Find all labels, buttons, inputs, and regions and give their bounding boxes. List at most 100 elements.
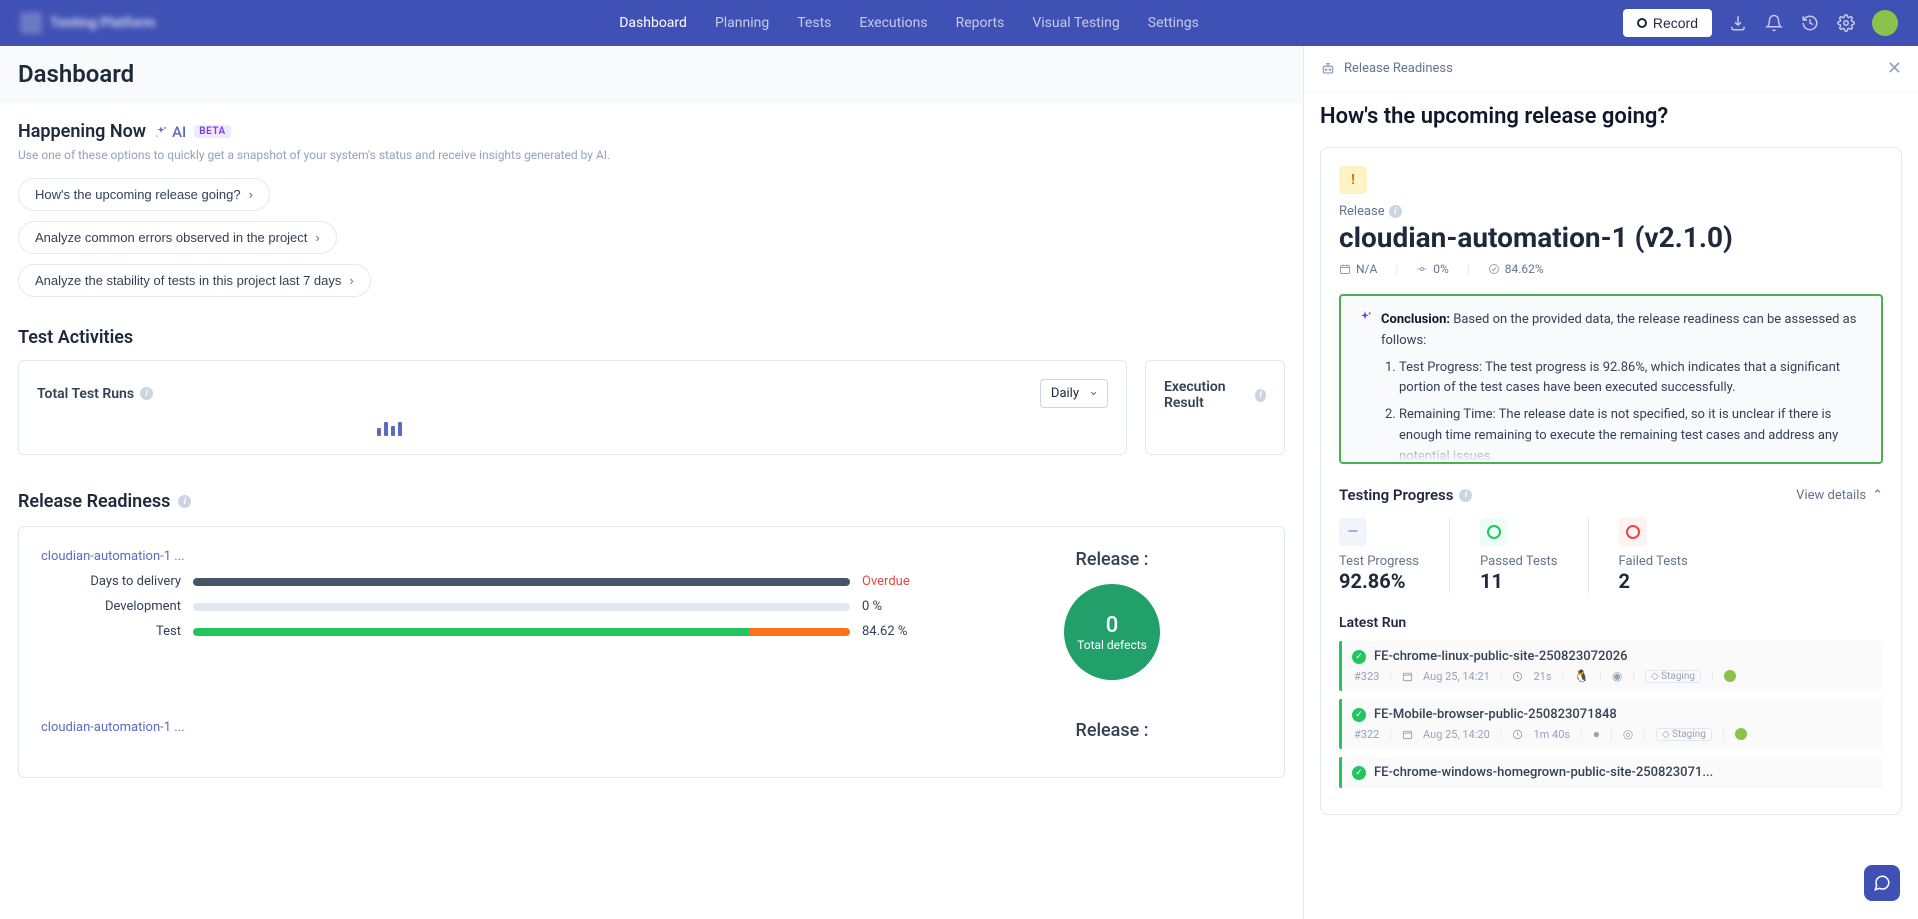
nav-tests[interactable]: Tests	[797, 15, 831, 31]
run-id: #323	[1354, 670, 1379, 683]
beta-badge: BETA	[194, 125, 230, 138]
ai-chip: AI	[154, 123, 186, 141]
metric-bar	[193, 603, 850, 611]
release-info-box: ! Release i cloudian-automation-1 (v2.1.…	[1320, 147, 1902, 815]
env-badge: ◇ Staging	[1656, 728, 1712, 741]
run-time: Aug 25, 14:20	[1423, 728, 1490, 741]
help-fab[interactable]	[1864, 865, 1900, 901]
bell-icon[interactable]	[1764, 13, 1784, 33]
release-label-2: Release :	[962, 720, 1262, 741]
stat-test-progress: — Test Progress 92.86%	[1339, 518, 1450, 593]
avatar[interactable]	[1872, 10, 1898, 36]
chevron-right-icon: ›	[249, 187, 253, 202]
panel-title: How's the upcoming release going?	[1304, 92, 1918, 147]
nav-reports[interactable]: Reports	[956, 15, 1005, 31]
minus-icon: —	[1339, 518, 1367, 546]
release-link[interactable]: cloudian-automation-1 ...	[41, 549, 922, 564]
release-name: cloudian-automation-1 (v2.1.0)	[1339, 221, 1883, 254]
record-button[interactable]: Record	[1623, 9, 1712, 37]
status-dot-icon	[1735, 728, 1747, 740]
circle-fail-icon	[1619, 518, 1647, 546]
chevron-up-icon: ⌃	[1872, 488, 1883, 503]
run-id: #322	[1354, 728, 1379, 741]
info-icon[interactable]: i	[1255, 389, 1266, 402]
logo[interactable]: Testing Platform	[20, 12, 155, 34]
chat-icon	[1873, 874, 1891, 892]
chevron-right-icon: ›	[349, 273, 353, 288]
prompt-release-going[interactable]: How's the upcoming release going?›	[18, 178, 270, 211]
panel-breadcrumb: Release Readiness	[1344, 61, 1453, 76]
metric-value: 0 %	[862, 599, 922, 614]
run-name: FE-chrome-linux-public-site-250823072026	[1374, 649, 1628, 664]
release-readiness-title: Release Readiness i	[18, 491, 1285, 512]
prompt-analyze-errors[interactable]: Analyze common errors observed in the pr…	[18, 221, 337, 254]
nav-visual-testing[interactable]: Visual Testing	[1032, 15, 1119, 31]
check-icon: ✓	[1352, 708, 1366, 722]
defects-donut: 0 Total defects	[1064, 584, 1160, 680]
run-name: FE-Mobile-browser-public-250823071848	[1374, 707, 1617, 722]
run-row[interactable]: ✓ FE-Mobile-browser-public-250823071848 #…	[1339, 699, 1883, 749]
conclusion-box: Conclusion: Based on the provided data, …	[1339, 294, 1883, 464]
view-details-link[interactable]: View details⌃	[1796, 488, 1883, 503]
metric-row: Development 0 %	[41, 599, 922, 614]
check-icon: ✓	[1352, 766, 1366, 780]
history-icon[interactable]	[1800, 13, 1820, 33]
conclusion-point: Test Progress: The test progress is 92.8…	[1399, 358, 1865, 400]
testing-progress-title: Testing Progressi	[1339, 486, 1472, 504]
top-nav: Testing Platform Dashboard Planning Test…	[0, 0, 1918, 46]
close-icon[interactable]: ✕	[1887, 58, 1902, 79]
execution-result-card: Execution Resulti	[1145, 360, 1285, 455]
page-header: Dashboard	[0, 46, 1303, 103]
nav-executions[interactable]: Executions	[859, 15, 927, 31]
exec-result-label: Execution Resulti	[1164, 379, 1266, 411]
run-row[interactable]: ✓ FE-chrome-windows-homegrown-public-site…	[1339, 757, 1883, 788]
happening-subtitle: Use one of these options to quickly get …	[18, 148, 1285, 162]
loading-icon	[377, 422, 1108, 436]
metric-row: Test 84.62 %	[41, 624, 922, 639]
info-icon[interactable]: i	[1459, 489, 1472, 502]
run-row[interactable]: ✓ FE-chrome-linux-public-site-25082307202…	[1339, 641, 1883, 691]
calendar-icon	[1339, 263, 1351, 275]
release-readiness-panel: Release Readiness ✕ How's the upcoming r…	[1303, 46, 1918, 919]
nav-planning[interactable]: Planning	[715, 15, 769, 31]
calendar-icon	[1402, 671, 1413, 682]
metric-label: Test	[41, 624, 181, 639]
chrome-icon: ◉	[1612, 669, 1622, 683]
metric-bar	[193, 628, 850, 636]
download-icon[interactable]	[1728, 13, 1748, 33]
release-test-pct: 84.62%	[1488, 262, 1544, 276]
gear-icon[interactable]	[1836, 13, 1856, 33]
page-title: Dashboard	[18, 60, 1285, 88]
check-icon: ✓	[1352, 650, 1366, 664]
latest-run-title: Latest Run	[1339, 615, 1883, 631]
run-time: Aug 25, 14:21	[1423, 670, 1490, 683]
metric-label: Development	[41, 599, 181, 614]
run-duration: 21s	[1533, 670, 1551, 683]
stat-passed: Passed Tests 11	[1480, 518, 1589, 593]
release-label: Release :	[962, 549, 1262, 570]
prompt-test-stability[interactable]: Analyze the stability of tests in this p…	[18, 264, 371, 297]
nav-settings[interactable]: Settings	[1148, 15, 1199, 31]
metric-value: Overdue	[862, 574, 922, 589]
release-link-2[interactable]: cloudian-automation-1 ...	[41, 720, 922, 735]
period-select[interactable]: Daily	[1040, 379, 1108, 408]
stat-failed: Failed Tests 2	[1619, 518, 1718, 593]
info-icon[interactable]: i	[1389, 205, 1402, 218]
run-name: FE-chrome-windows-homegrown-public-site-…	[1374, 765, 1713, 780]
info-icon[interactable]: i	[178, 495, 191, 508]
clock-icon	[1512, 671, 1523, 682]
nav-dashboard[interactable]: Dashboard	[619, 15, 687, 31]
status-dot-icon	[1724, 670, 1736, 682]
release-dev-pct: 0%	[1416, 262, 1449, 276]
warning-icon: !	[1339, 166, 1367, 194]
nav-links: Dashboard Planning Tests Executions Repo…	[195, 15, 1623, 31]
clock-icon	[1512, 729, 1523, 740]
info-icon[interactable]: i	[140, 387, 153, 400]
metric-bar	[193, 578, 850, 586]
conclusion-point: Remaining Time: The release date is not …	[1399, 405, 1865, 464]
metric-value: 84.62 %	[862, 624, 922, 639]
env-badge: ◇ Staging	[1645, 670, 1701, 683]
commit-icon	[1416, 263, 1428, 275]
sparkle-icon	[154, 125, 168, 139]
apple-icon: ●	[1593, 727, 1600, 741]
